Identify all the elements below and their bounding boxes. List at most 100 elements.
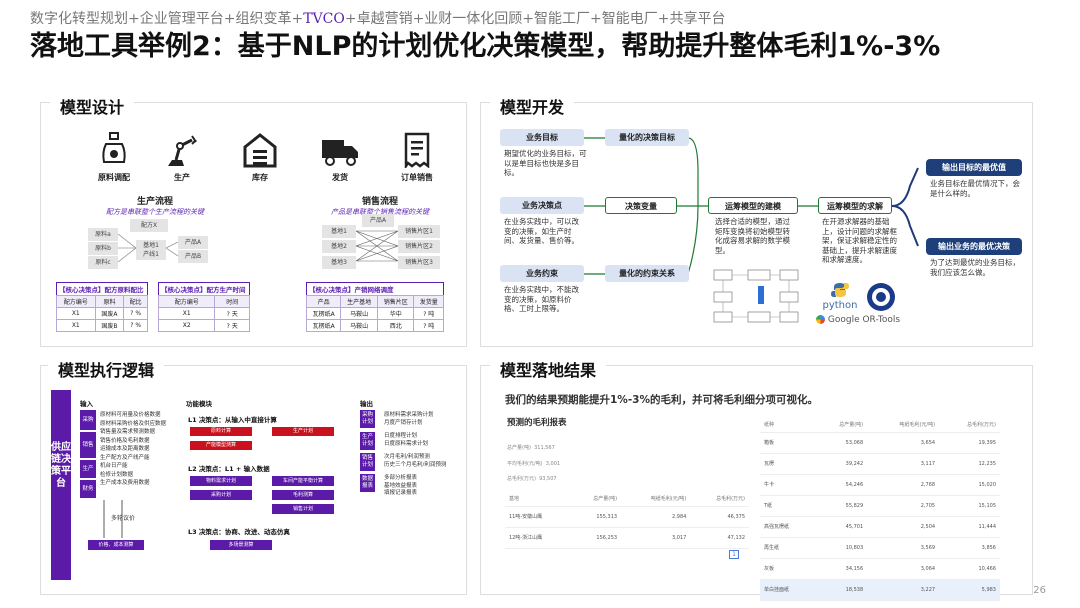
l2-purchase: 采购计划 bbox=[190, 490, 252, 500]
exec-panel-label: 模型执行逻辑 bbox=[48, 355, 165, 383]
report-title: 预测的毛利报表 bbox=[507, 418, 567, 428]
l2-sales: 销售计划 bbox=[272, 504, 334, 514]
node-quant-constraint: 量化的约束关系 bbox=[605, 265, 689, 282]
desc-constraint: 在业务实践中，不能改变的决策，如原料价格、工时上限等。 bbox=[504, 285, 579, 313]
sales-region-3: 销售片区3 bbox=[398, 256, 440, 269]
production-flow-arrows bbox=[118, 233, 179, 263]
node-output-decision: 输出业务的最优决策 bbox=[926, 238, 1022, 255]
ortools-icon bbox=[816, 315, 825, 324]
l1-raw-calc: 原料计算 bbox=[190, 427, 252, 436]
robot-arm-icon-item: 生产 bbox=[160, 132, 204, 183]
input-tag-production: 生产 bbox=[80, 460, 96, 478]
stat-2: 平均毛利(元/吨) 3,001 bbox=[507, 461, 561, 467]
output-tag-production: 生产计划 bbox=[360, 432, 375, 450]
input-list: 原材料可用量及价格数据 原材料采购价格及供应数据 销售量及需求预测数据 销售价格及毛利… bbox=[100, 412, 167, 486]
table-row: 单白挂面纸 18,538 3,227 5,983 bbox=[760, 579, 1000, 601]
truck-icon bbox=[322, 140, 358, 166]
l2-capacity-balance: 车间产能平衡计算 bbox=[272, 476, 334, 486]
desc-model-build: 选择合适的模型，通过矩阵变换将初始模型转化成容易求解的数学模型。 bbox=[715, 217, 790, 255]
sales-base-1: 基地1 bbox=[322, 225, 356, 238]
level3-label: L3 决策点：协商、改进、动态仿真 bbox=[188, 528, 290, 536]
l2-margin: 毛利测算 bbox=[272, 490, 334, 500]
flask-icon bbox=[102, 132, 126, 163]
network-dispatch-table: 【核心决策点】产销网络调度 产品 生产基地 销售片区 发货量 瓦楞纸A 马鞍山 华中? 吨… bbox=[305, 282, 444, 332]
node-model-build: 运筹模型的建模 bbox=[708, 197, 798, 214]
desc-model-solve: 在开源求解器的基础上，设计问题的求解框架，保证求解稳定性的基础上，提升求解速度和… bbox=[822, 217, 897, 264]
node-decision-point: 业务决策点 bbox=[500, 197, 584, 214]
output-tag-sales: 销售计划 bbox=[360, 453, 375, 471]
stat-3: 总毛利(万元) 93,507 bbox=[507, 476, 557, 482]
design-panel-label: 模型设计 bbox=[50, 92, 135, 120]
platform-side-label: 供应链决策平台 bbox=[51, 390, 71, 580]
production-flow-title: 生产流程 配方是串联整个生产流程的关键 bbox=[106, 197, 204, 216]
node-model-solve: 运筹模型的求解 bbox=[818, 197, 892, 214]
loop-arrows bbox=[103, 500, 123, 538]
model-diagram-icon bbox=[713, 269, 799, 323]
stat-1: 总产量(吨) 311,567 bbox=[507, 445, 555, 451]
page-number: 26 bbox=[1033, 585, 1046, 596]
table-row: 灰板 34,156 3,064 10,466 bbox=[760, 558, 1000, 580]
output-tag-report: 数据报表 bbox=[360, 474, 375, 492]
table-row: 牛卡 54,246 2,768 15,020 bbox=[760, 474, 1000, 496]
l1-prod-plan: 生产计划 bbox=[272, 427, 334, 436]
product-b-box: 产品B bbox=[178, 250, 208, 263]
receipt-icon-item: 订单销售 bbox=[392, 132, 442, 183]
table-row: 高强瓦楞纸 45,701 2,504 11,444 bbox=[760, 516, 1000, 538]
base-margin-table: 基地 总产量(吨) 吨纸毛利(元/吨) 总毛利(万元) 11吨-安徽山鹰 155,313… bbox=[505, 492, 749, 549]
receipt-icon bbox=[404, 132, 430, 168]
python-logo: python bbox=[818, 282, 862, 312]
sales-base-3: 基地3 bbox=[322, 256, 356, 269]
node-quant-goal: 量化的决策目标 bbox=[605, 129, 689, 146]
table-row: 瓦楞 39,242 3,117 12,235 bbox=[760, 453, 1000, 475]
price-cost-box: 价格、成本测算 bbox=[88, 540, 144, 550]
input-tag-sales: 销售 bbox=[80, 432, 96, 458]
node-business-goal: 业务目标 bbox=[500, 129, 584, 146]
sales-region-2: 销售片区2 bbox=[398, 240, 440, 253]
table-row: 再生纸 10,803 3,569 3,856 bbox=[760, 537, 1000, 559]
material-b-box: 原料b bbox=[88, 242, 118, 255]
desc-output-decision: 为了达到最优的业务目标，我们应该怎么做。 bbox=[930, 258, 1020, 277]
result-headline: 我们的结果预期能提升1%-3%的毛利，并可将毛利细分项可视化。 bbox=[505, 394, 819, 406]
pagination-page-1[interactable]: 1 bbox=[729, 550, 739, 559]
level1-label: L1 决策点：从输入中直接计算 bbox=[188, 416, 277, 424]
page-title: 落地工具举例2：基于NLP的计划优化决策模型，帮助提升整体毛利1%-3% bbox=[30, 31, 941, 62]
level2-label: L2 决策点：L1 + 输入数据 bbox=[188, 465, 270, 473]
l3-scenario: 多场景测算 bbox=[210, 540, 272, 550]
input-tag-finance: 财务 bbox=[80, 480, 96, 498]
formula-time-table: 【核心决策点】配方生产时间 配方编号 时间 X1? 天 X2? 天 bbox=[157, 282, 250, 332]
product-a-box: 产品A bbox=[178, 236, 208, 249]
output-tag-purchase: 采购计划 bbox=[360, 410, 375, 428]
node-output-value: 输出目标的最优值 bbox=[926, 159, 1022, 176]
input-tag-purchase: 采购 bbox=[80, 410, 96, 430]
breadcrumb: 数字化转型规划+企业管理平台+组织变革+TVCO+卓越营销+业财一体化回顾+智能… bbox=[30, 11, 726, 27]
warehouse-icon bbox=[243, 133, 277, 168]
sales-network-lines bbox=[356, 230, 398, 262]
sales-base-2: 基地2 bbox=[322, 240, 356, 253]
desc-output-value: 业务目标在最优情况下，会是什么样的。 bbox=[930, 179, 1020, 198]
python-icon bbox=[831, 283, 849, 297]
desc-decision-point: 在业务实践中，可以改变的决策，如生产时间、发货量、售价等。 bbox=[504, 217, 579, 245]
paper-margin-table: 纸种 总产量(吨) 吨纸毛利(元/吨) 总毛利(万元) 箱板 53,068 3,654 19… bbox=[760, 418, 1000, 601]
robot-arm-icon bbox=[168, 135, 197, 166]
l2-mrp: 物料需求计划 bbox=[190, 476, 252, 486]
function-header: 功能模块 bbox=[186, 400, 212, 408]
table-row: T纸 55,829 2,705 15,105 bbox=[760, 495, 1000, 517]
material-a-box: 原料a bbox=[88, 228, 118, 241]
table-row: 12吨-浙江山鹰 156,253 3,017 47,132 bbox=[505, 527, 749, 549]
warehouse-icon-item: 库存 bbox=[238, 132, 282, 183]
output-list: 原材料需求采购计划 月度产销存计划 日度排程计划 日度原料需求计划 次月毛利/利润预测历… bbox=[384, 412, 447, 496]
university-seal-logo bbox=[867, 283, 895, 311]
sales-region-1: 销售片区1 bbox=[398, 225, 440, 238]
truck-icon-item: 发货 bbox=[318, 132, 362, 183]
material-icon-item: 原料调配 bbox=[92, 132, 136, 183]
table-row: 箱板 53,068 3,654 19,395 bbox=[760, 432, 1000, 454]
ortools-logo: Google OR-Tools bbox=[816, 315, 912, 325]
desc-business-goal: 期望优化的业务目标，可以是单目标也快是多目标。 bbox=[504, 149, 587, 177]
formula-ratio-table: 【核心决策点】配方原料配比 配方编号 原料 配比 X1 国废A? % X1 国废B? % bbox=[56, 282, 148, 332]
table-row: 11吨-安徽山鹰 155,313 2,984 46,375 bbox=[505, 506, 749, 528]
node-constraint: 业务约束 bbox=[500, 265, 584, 282]
sales-product-box: 产品A bbox=[362, 214, 394, 227]
l1-capacity: 产能模型测算 bbox=[190, 441, 252, 450]
output-header: 输出 bbox=[360, 400, 373, 408]
node-decision-var: 决策变量 bbox=[605, 197, 677, 214]
